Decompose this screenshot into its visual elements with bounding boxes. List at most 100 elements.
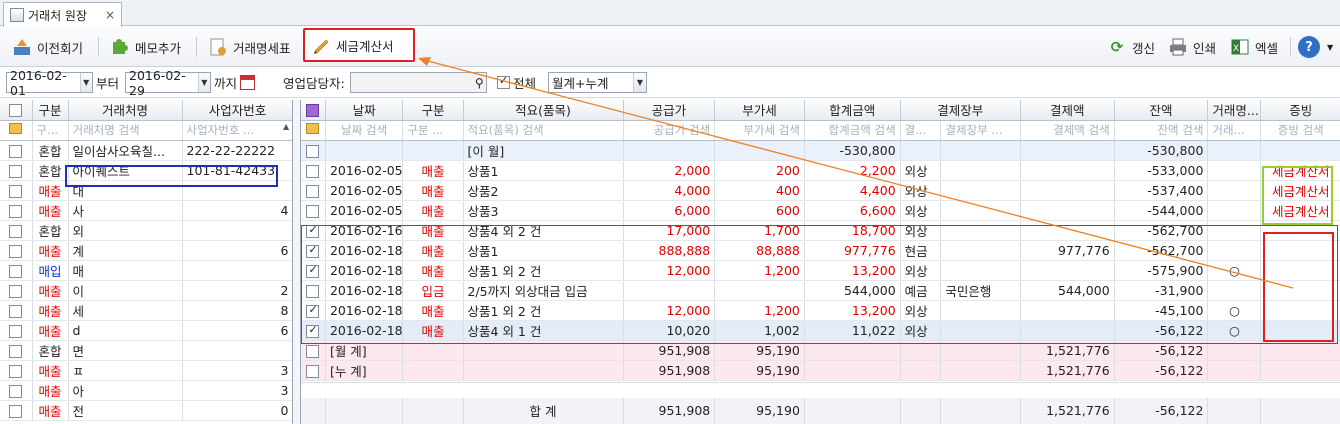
search-pay[interactable]: 결...: [900, 120, 942, 141]
chevron-down-icon[interactable]: ▼: [197, 73, 210, 92]
ledger-row[interactable]: [월 계] 951,908 95,190 1,521,776 -56,122: [301, 340, 1340, 361]
row-checkbox[interactable]: [306, 263, 320, 278]
row-proof[interactable]: [1260, 240, 1340, 261]
row-proof[interactable]: [1260, 140, 1340, 161]
row-checkbox-cell[interactable]: [0, 140, 33, 161]
row-checkbox-cell[interactable]: [301, 340, 326, 361]
row-checkbox[interactable]: [9, 144, 23, 158]
date-from-input[interactable]: 2016-02-01 ▼: [6, 68, 93, 98]
row-proof[interactable]: 세금계산서: [1260, 160, 1340, 181]
customer-row[interactable]: 혼합 외: [0, 220, 292, 241]
search-book[interactable]: 결제장부 ...: [940, 120, 1021, 141]
col-balance[interactable]: 잔액: [1114, 100, 1209, 121]
select-all-checkbox[interactable]: [9, 104, 23, 118]
row-checkbox[interactable]: [9, 384, 23, 398]
row-checkbox-cell[interactable]: [301, 320, 326, 341]
row-checkbox-cell[interactable]: [301, 200, 326, 221]
tax-invoice-button[interactable]: 세금계산서: [303, 28, 415, 62]
row-proof[interactable]: [1260, 260, 1340, 281]
ledger-row[interactable]: 2016-02-18 입금 2/5까지 외상대금 입금 544,000 예금 국민은행 54…: [301, 280, 1340, 301]
row-checkbox-cell[interactable]: [0, 200, 33, 221]
scroll-up-icon[interactable]: ▲: [283, 122, 289, 131]
row-checkbox-cell[interactable]: [301, 220, 326, 241]
customer-row[interactable]: 매출 대: [0, 180, 292, 201]
select-all-checkbox[interactable]: [306, 104, 320, 118]
customer-row[interactable]: 매출 계 6: [0, 240, 292, 261]
ledger-row[interactable]: 2016-02-18매출상품4 외 1 건10,0201,00211,022외상…: [301, 320, 1340, 341]
row-checkbox[interactable]: [306, 323, 320, 338]
row-statement[interactable]: [1207, 140, 1262, 161]
row-checkbox[interactable]: [306, 184, 320, 198]
row-checkbox-cell[interactable]: [0, 320, 33, 341]
row-checkbox-cell[interactable]: [301, 240, 326, 261]
col-paid[interactable]: 결제액: [1020, 100, 1115, 121]
col-name[interactable]: 거래처명: [68, 100, 183, 121]
row-checkbox-cell[interactable]: [0, 220, 33, 241]
search-name[interactable]: 거래처명 검색: [68, 120, 183, 141]
row-checkbox[interactable]: [9, 264, 23, 278]
row-statement[interactable]: [1207, 200, 1262, 221]
row-checkbox[interactable]: [306, 144, 320, 158]
print-button[interactable]: 인쇄: [1168, 34, 1216, 60]
col-proof[interactable]: 증빙: [1260, 100, 1340, 121]
row-proof[interactable]: 세금계산서: [1260, 200, 1340, 221]
row-checkbox-cell[interactable]: [301, 260, 326, 281]
ledger-row[interactable]: 2016-02-05 매출 상품2 4,000 400 4,400 외상 -537,400 세금…: [301, 180, 1340, 201]
row-checkbox[interactable]: [306, 344, 320, 358]
tab-ledger[interactable]: 거래처 원장 ×: [3, 2, 122, 27]
ledger-row[interactable]: 2016-02-18매출상품1888,88888,888977,776현금977…: [301, 240, 1340, 261]
row-statement[interactable]: [1207, 220, 1262, 241]
row-checkbox[interactable]: [9, 224, 23, 238]
select-all-cell[interactable]: [301, 100, 326, 121]
row-proof[interactable]: [1260, 280, 1340, 301]
search-biz[interactable]: 사업자번호 ...: [182, 120, 292, 141]
row-statement[interactable]: ○: [1207, 260, 1262, 281]
row-proof[interactable]: [1260, 300, 1340, 321]
help-dropdown-icon[interactable]: ▼: [1327, 43, 1333, 52]
row-statement[interactable]: [1207, 360, 1262, 381]
row-checkbox-cell[interactable]: [0, 240, 33, 261]
row-checkbox-cell[interactable]: [301, 360, 326, 381]
customer-row[interactable]: 매출 ㅍ 3: [0, 360, 292, 381]
search-type[interactable]: 구...: [32, 120, 69, 141]
row-proof[interactable]: [1260, 220, 1340, 241]
ledger-row[interactable]: 2016-02-05 매출 상품3 6,000 600 6,600 외상 -544,000 세금…: [301, 200, 1340, 221]
row-proof[interactable]: [1260, 340, 1340, 361]
row-proof[interactable]: [1260, 320, 1340, 341]
ledger-row[interactable]: 2016-02-05 매출 상품1 2,000 200 2,200 외상 -533,000 세금…: [301, 160, 1340, 181]
col-type[interactable]: 구분: [402, 100, 464, 121]
customer-row[interactable]: 혼합 일이삼사오육칠... 222-22-22222: [0, 140, 292, 161]
help-button[interactable]: ? ▼: [1298, 34, 1333, 60]
ledger-row[interactable]: 2016-02-18매출상품1 외 2 건12,0001,20013,200외상…: [301, 300, 1340, 321]
close-icon[interactable]: ×: [105, 8, 115, 22]
row-checkbox[interactable]: [306, 303, 320, 318]
row-checkbox[interactable]: [9, 284, 23, 298]
row-statement[interactable]: ○: [1207, 300, 1262, 321]
ledger-row[interactable]: [이 월] -530,800 -530,800: [301, 140, 1340, 161]
customer-row[interactable]: 매출 사 4: [0, 200, 292, 221]
row-checkbox[interactable]: [306, 364, 320, 378]
row-statement[interactable]: [1207, 180, 1262, 201]
customer-row[interactable]: 매출 d 6: [0, 320, 292, 341]
panel-splitter[interactable]: [293, 100, 300, 424]
row-checkbox-cell[interactable]: [0, 280, 33, 301]
search-statement[interactable]: 거래...: [1207, 120, 1262, 141]
row-checkbox-cell[interactable]: [301, 180, 326, 201]
row-checkbox[interactable]: [9, 304, 23, 318]
col-type[interactable]: 구분: [32, 100, 69, 121]
row-statement[interactable]: [1207, 340, 1262, 361]
row-checkbox-cell[interactable]: [301, 140, 326, 161]
row-proof[interactable]: [1260, 360, 1340, 381]
customer-row[interactable]: 매출 전 0: [0, 400, 292, 421]
row-checkbox[interactable]: [9, 324, 23, 338]
search-desc[interactable]: 적요(품목) 검색: [463, 120, 624, 141]
row-checkbox-cell[interactable]: [301, 160, 326, 181]
search-vat[interactable]: 부가세 검색: [714, 120, 805, 141]
row-checkbox-cell[interactable]: [0, 160, 33, 181]
row-checkbox-cell[interactable]: [0, 380, 33, 401]
excel-button[interactable]: X 엑셀: [1230, 34, 1278, 60]
search-supply[interactable]: 공급가 검색: [623, 120, 716, 141]
col-total[interactable]: 합계금액: [804, 100, 901, 121]
customer-row[interactable]: 매입 매: [0, 260, 292, 281]
customer-row[interactable]: 혼합 면: [0, 340, 292, 361]
